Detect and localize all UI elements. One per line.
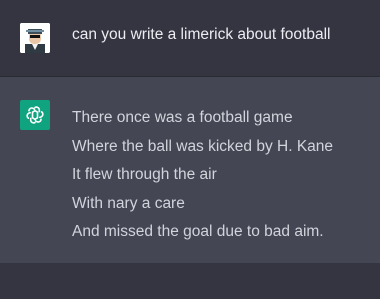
- assistant-message-row: There once was a football game Where the…: [0, 77, 380, 263]
- limerick-line: Where the ball was kicked by H. Kane: [72, 137, 334, 155]
- limerick-line: With nary a care: [72, 194, 185, 212]
- limerick-line: It flew through the air: [72, 166, 217, 183]
- user-avatar-icon: [20, 23, 50, 53]
- user-message-row: can you write a limerick about football: [0, 0, 380, 77]
- assistant-message-text: There once was a football game Where the…: [72, 104, 333, 247]
- limerick-line: There once was a football game: [72, 109, 293, 126]
- limerick-line: And missed the goal due to bad aim.: [72, 223, 324, 240]
- openai-logo-icon: [20, 100, 50, 130]
- bottom-area: [0, 263, 380, 299]
- user-message-text: can you write a limerick about football: [72, 26, 331, 43]
